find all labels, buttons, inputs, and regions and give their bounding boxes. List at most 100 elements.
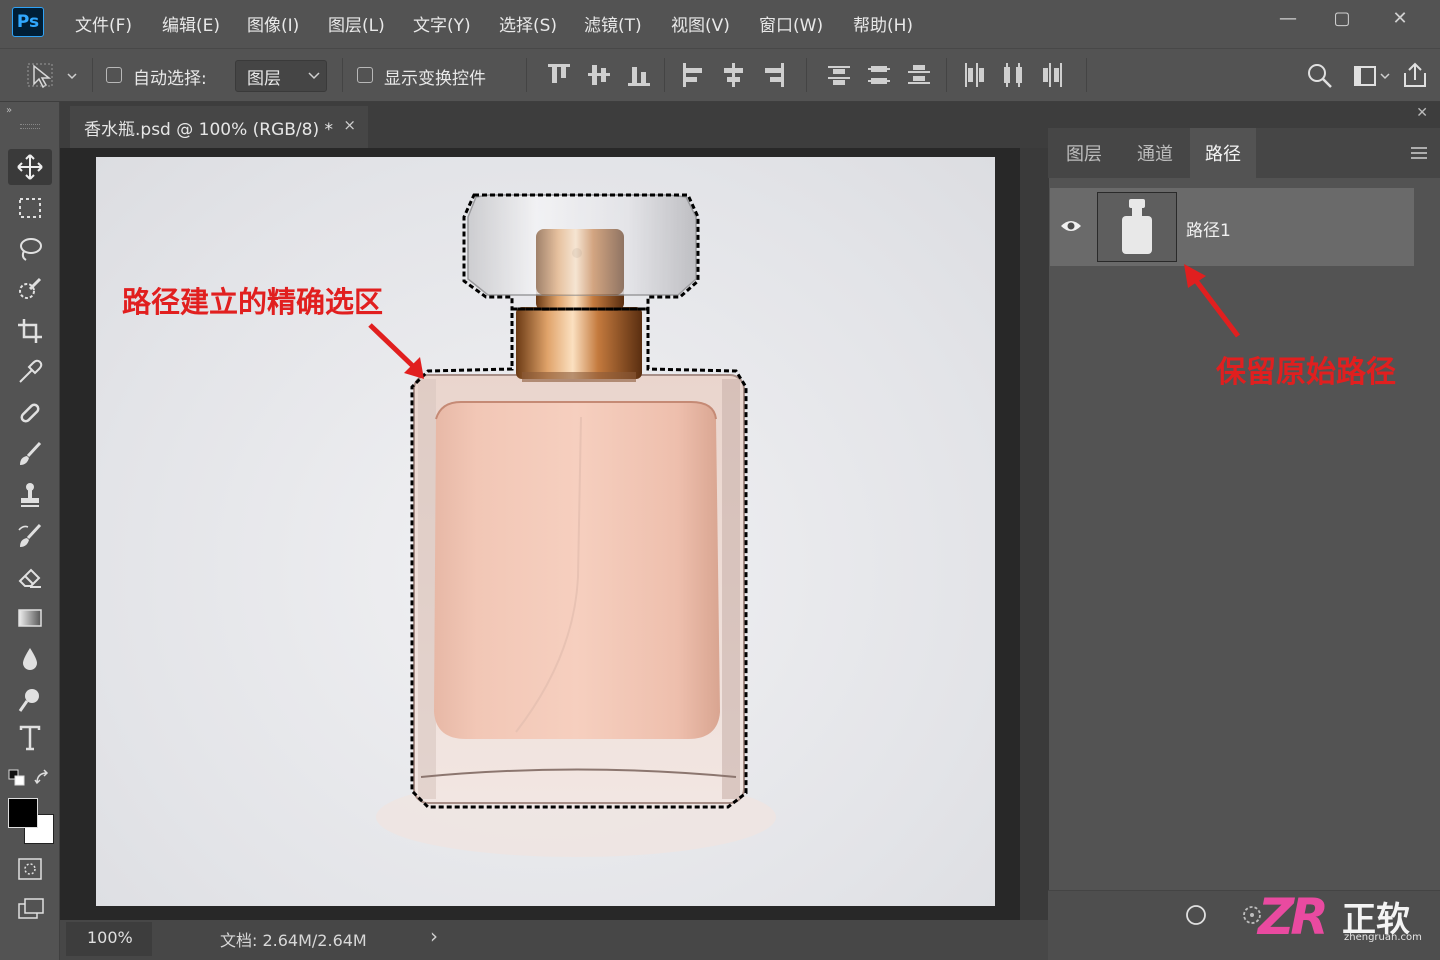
eraser-icon <box>18 568 41 588</box>
lasso-icon <box>20 238 42 261</box>
tab-channels[interactable]: 通道 <box>1120 128 1190 178</box>
search-icon[interactable] <box>1306 62 1334 90</box>
align-vertical-center-icon[interactable] <box>588 63 610 87</box>
options-separator <box>806 58 807 92</box>
gradient-tool[interactable] <box>8 600 52 636</box>
brush-icon <box>20 441 42 465</box>
watermark-brand: ZR <box>1258 888 1329 946</box>
visibility-eye-icon[interactable] <box>1060 218 1082 234</box>
brush-tool[interactable] <box>8 436 52 472</box>
document-tab[interactable]: 香水瓶.psd @ 100% (RGB/8) * × <box>70 106 368 148</box>
tab-paths[interactable]: 路径 <box>1190 128 1256 178</box>
quick-mask-icon[interactable] <box>16 856 44 882</box>
type-icon <box>19 725 41 751</box>
menu-select[interactable]: 选择(S) <box>499 11 557 36</box>
screen-mode-icon[interactable] <box>16 896 46 922</box>
healing-brush-tool[interactable] <box>8 395 52 431</box>
crop-tool[interactable] <box>8 313 52 349</box>
zoom-level: 100% <box>87 928 133 947</box>
eraser-tool[interactable] <box>8 559 52 595</box>
watermark-logo: ZR 正软 zhengruan.com <box>1256 888 1440 950</box>
close-panel-icon[interactable]: ✕ <box>1416 105 1428 121</box>
history-brush-icon <box>18 523 42 547</box>
distribute-bottom-icon[interactable] <box>908 63 930 87</box>
default-colors-icon[interactable] <box>8 769 26 787</box>
zoom-level-field[interactable]: 100% <box>66 922 152 956</box>
annotation-path-note: 保留原始路径 <box>1216 355 1396 390</box>
foreground-color-swatch[interactable] <box>8 798 38 828</box>
panel-grip[interactable] <box>20 124 40 129</box>
menu-bar: Ps 文件(F) 编辑(E) 图像(I) 图层(L) 文字(Y) 选择(S) 滤… <box>0 0 1440 46</box>
minimize-button[interactable]: — <box>1270 4 1306 32</box>
menu-file[interactable]: 文件(F) <box>75 11 132 36</box>
auto-select-checkbox[interactable] <box>106 67 122 83</box>
align-right-icon[interactable] <box>762 63 784 87</box>
distribute-top-icon[interactable] <box>828 63 850 87</box>
eyedropper-tool[interactable] <box>8 354 52 390</box>
menu-filter[interactable]: 滤镜(T) <box>584 11 642 36</box>
status-menu-arrow[interactable]: › <box>430 924 438 948</box>
menu-type[interactable]: 文字(Y) <box>413 11 471 36</box>
distribute-vertical-center-icon[interactable] <box>868 63 890 87</box>
move-tool[interactable] <box>8 149 52 185</box>
clone-stamp-icon <box>21 483 39 507</box>
align-left-icon[interactable] <box>682 63 704 87</box>
photoshop-logo[interactable]: Ps <box>12 7 44 37</box>
history-brush-tool[interactable] <box>8 518 52 554</box>
quick-select-tool[interactable] <box>8 272 52 308</box>
dodge-icon <box>18 689 39 712</box>
menu-layer[interactable]: 图层(L) <box>328 11 385 36</box>
swap-colors-icon[interactable] <box>34 769 52 787</box>
distribute-left-icon[interactable] <box>962 63 984 87</box>
close-window-button[interactable]: ✕ <box>1382 4 1418 32</box>
menu-view[interactable]: 视图(V) <box>671 11 730 36</box>
eyedropper-icon <box>19 359 43 383</box>
menu-image[interactable]: 图像(I) <box>247 11 299 36</box>
auto-select-target-dropdown[interactable]: 图层 <box>235 60 327 92</box>
perfume-bottle-image <box>376 193 776 857</box>
path-thumbnail <box>1097 192 1177 262</box>
distribute-right-icon[interactable] <box>1042 63 1064 87</box>
auto-select-label: 自动选择: <box>133 69 207 89</box>
options-separator <box>342 58 343 92</box>
chevron-down-icon <box>308 72 320 80</box>
close-document-icon[interactable]: × <box>343 116 356 134</box>
restore-button[interactable]: ▢ <box>1324 4 1360 32</box>
vertical-scrollbar[interactable] <box>1020 148 1048 920</box>
marquee-tool[interactable] <box>8 190 52 226</box>
options-bar <box>0 48 1440 102</box>
workspace-switcher-icon[interactable] <box>1352 64 1398 88</box>
document-size-info[interactable]: 文档: 2.64M/2.64M <box>220 927 367 951</box>
menu-window[interactable]: 窗口(W) <box>759 11 823 36</box>
align-top-icon[interactable] <box>548 63 570 87</box>
gradient-icon <box>18 609 42 627</box>
healing-brush-icon <box>20 403 40 423</box>
watermark-site: zhengruan.com <box>1344 932 1422 943</box>
annotation-arrow-icon <box>1184 264 1240 338</box>
path-name[interactable]: 路径1 <box>1186 216 1231 241</box>
tab-layers[interactable]: 图层 <box>1048 128 1120 178</box>
clone-stamp-tool[interactable] <box>8 477 52 513</box>
menu-help[interactable]: 帮助(H) <box>853 11 913 36</box>
share-icon[interactable] <box>1400 60 1430 90</box>
menu-edit[interactable]: 编辑(E) <box>162 11 220 36</box>
show-transform-checkbox[interactable] <box>357 67 373 83</box>
distribute-horizontal-center-icon[interactable] <box>1002 63 1024 87</box>
auto-select-target-value: 图层 <box>247 69 281 89</box>
fill-path-icon[interactable] <box>1184 903 1208 927</box>
bottle-thumbnail-icon <box>1122 199 1152 254</box>
options-separator <box>526 58 527 92</box>
type-tool[interactable] <box>8 720 52 756</box>
options-separator <box>664 58 665 92</box>
align-bottom-icon[interactable] <box>628 63 650 87</box>
panel-menu-icon[interactable] <box>1410 145 1428 161</box>
document-tab-title: 香水瓶.psd @ 100% (RGB/8) * <box>84 120 334 140</box>
dodge-tool[interactable] <box>8 682 52 718</box>
align-horizontal-center-icon[interactable] <box>722 63 744 87</box>
blur-tool[interactable] <box>8 641 52 677</box>
collapse-panel-icon[interactable]: » <box>6 105 12 116</box>
document-canvas[interactable]: 路径建立的精确选区 <box>96 157 995 906</box>
lasso-tool[interactable] <box>8 231 52 267</box>
tool-preset-picker[interactable] <box>14 60 80 92</box>
options-separator <box>1086 58 1087 92</box>
